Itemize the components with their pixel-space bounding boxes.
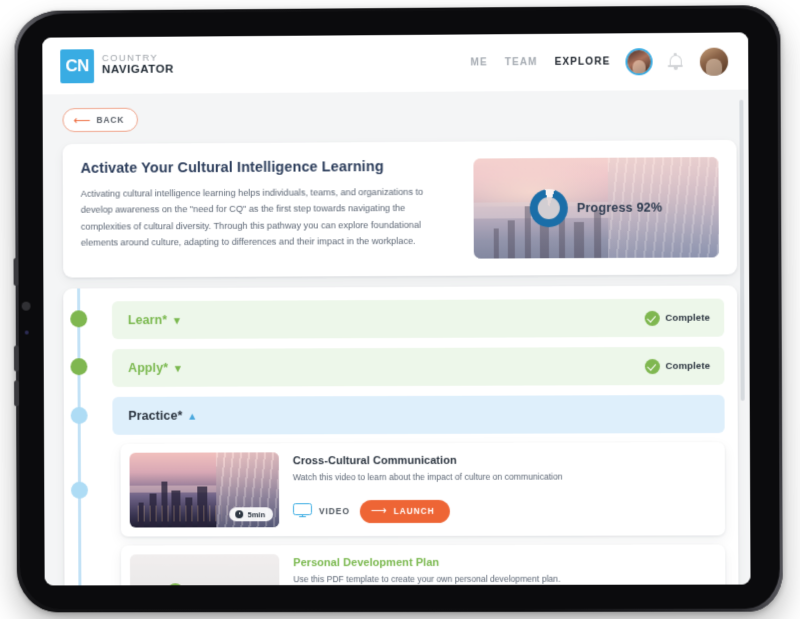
accordion-section-practice[interactable]: Practice* ▴: [112, 394, 725, 435]
main-navigation: ME TEAM EXPLORE: [470, 47, 729, 77]
monitor-stand: [299, 516, 307, 518]
brand-logo[interactable]: CN COUNTRY NAVIGATOR: [60, 48, 174, 83]
lesson-complete-overlay: Complete: [129, 554, 280, 586]
media-type-video: VIDEO: [292, 503, 350, 520]
chevron-up-icon: ▴: [189, 410, 196, 423]
lesson-card-video[interactable]: 5min Cross-Cultural Communication Watch …: [120, 442, 726, 537]
lesson-details-video: Cross-Cultural Communication Watch this …: [293, 451, 716, 527]
check-circle-icon: [644, 358, 660, 374]
progress-indicator: Progress 92%: [473, 157, 718, 259]
accordion-label-practice: Practice*: [128, 408, 183, 423]
launch-button-label: LAUNCH: [393, 506, 435, 517]
duration-badge: 5min: [229, 507, 274, 522]
volume-button-up[interactable]: [13, 257, 19, 286]
monitor-icon: [292, 503, 312, 520]
profile-avatar[interactable]: [699, 47, 729, 76]
lesson-description-pdf: Use this PDF template to create your own…: [293, 573, 561, 585]
progress-donut-icon: [529, 189, 568, 228]
chevron-down-icon: ▾: [174, 314, 180, 327]
status-label-apply: Complete: [665, 360, 711, 372]
logo-wordmark: COUNTRY NAVIGATOR: [101, 53, 175, 77]
lesson-description-video: Watch this video to learn about the impa…: [292, 471, 563, 483]
team-avatar[interactable]: [627, 50, 651, 74]
launch-arrow-icon: ⟶: [370, 504, 387, 517]
back-button-label: BACK: [96, 114, 125, 125]
hero-image: Progress 92%: [473, 157, 719, 259]
page-content: ⟵ BACK Activate Your Cultural Intelligen…: [42, 89, 751, 586]
timeline-dot-practice: [70, 407, 88, 425]
pathway-sections: Learn* ▾ Complete Apply* ▾ Complete Prac…: [111, 298, 726, 586]
timeline-dot-learn: [70, 310, 88, 328]
accordion-label-apply: Apply*: [128, 360, 169, 375]
status-badge-apply: Complete: [644, 358, 711, 374]
lesson-thumbnail-pdf: Complete: [129, 554, 280, 586]
check-circle-icon: [167, 583, 185, 586]
clock-icon: [235, 510, 244, 519]
timeline-dot-lesson-video: [71, 481, 88, 499]
front-camera: [21, 301, 31, 311]
timeline-line: [77, 286, 82, 586]
nav-item-me[interactable]: ME: [471, 57, 488, 68]
timeline-dot-apply: [70, 358, 88, 376]
lesson-actions-video: VIDEO ⟶ LAUNCH: [292, 499, 716, 523]
lesson-details-pdf: Personal Development Plan Use this PDF t…: [293, 553, 716, 585]
check-circle-icon: [644, 310, 660, 326]
lesson-card-pdf[interactable]: Complete Personal Development Plan Use t…: [120, 544, 726, 586]
intro-card: Activate Your Cultural Intelligence Lear…: [62, 139, 738, 278]
accordion-title-practice: Practice* ▴: [128, 409, 195, 423]
logo-line-navigator: NAVIGATOR: [101, 64, 175, 77]
power-button[interactable]: [14, 380, 20, 407]
pathway-timeline: [63, 286, 97, 586]
content-scrollbar[interactable]: [739, 99, 745, 401]
accordion-title-apply: Apply* ▾: [128, 361, 181, 375]
bell-clapper: [673, 67, 678, 71]
media-type-label: VIDEO: [318, 506, 350, 517]
lesson-title-video: Cross-Cultural Communication: [292, 454, 457, 468]
chevron-down-icon: ▾: [175, 362, 181, 375]
bell-icon[interactable]: [667, 52, 683, 71]
logo-line-country: COUNTRY: [101, 53, 159, 65]
progress-label: Progress 92%: [576, 200, 663, 216]
pathway-card: Learn* ▾ Complete Apply* ▾ Complete Prac…: [63, 285, 739, 586]
status-badge-learn: Complete: [644, 310, 711, 326]
monitor-screen: [292, 503, 312, 516]
accordion-title-learn: Learn* ▾: [128, 313, 180, 327]
launch-button[interactable]: ⟶ LAUNCH: [359, 499, 450, 523]
status-label-learn: Complete: [665, 312, 711, 324]
tablet-device-frame: CN COUNTRY NAVIGATOR ME TEAM EXPLORE ⟵ B…: [13, 5, 783, 613]
sensor-dot: [24, 330, 29, 335]
accordion-section-learn[interactable]: Learn* ▾ Complete: [111, 298, 725, 340]
app-header: CN COUNTRY NAVIGATOR ME TEAM EXPLORE: [42, 32, 749, 95]
intro-text-block: Activate Your Cultural Intelligence Lear…: [81, 159, 458, 251]
volume-button-down[interactable]: [13, 345, 19, 372]
duration-label: 5min: [247, 509, 266, 519]
back-arrow-icon: ⟵: [73, 112, 91, 127]
progress-donut-hole: [537, 197, 560, 220]
page-title: Activate Your Cultural Intelligence Lear…: [80, 159, 384, 177]
accordion-section-apply[interactable]: Apply* ▾ Complete: [112, 346, 725, 387]
logo-mark-icon: CN: [60, 48, 95, 83]
back-button[interactable]: ⟵ BACK: [62, 107, 139, 133]
screenshot-stage: CN COUNTRY NAVIGATOR ME TEAM EXPLORE ⟵ B…: [0, 0, 800, 619]
nav-item-team[interactable]: TEAM: [505, 57, 538, 68]
tablet-screen: CN COUNTRY NAVIGATOR ME TEAM EXPLORE ⟵ B…: [42, 32, 751, 586]
lesson-thumbnail-video: 5min: [129, 452, 280, 528]
nav-item-explore[interactable]: EXPLORE: [555, 56, 611, 67]
intro-description: Activating cultural intelligence learnin…: [80, 186, 424, 248]
lesson-title-pdf: Personal Development Plan: [293, 556, 440, 570]
accordion-label-learn: Learn*: [127, 312, 168, 328]
